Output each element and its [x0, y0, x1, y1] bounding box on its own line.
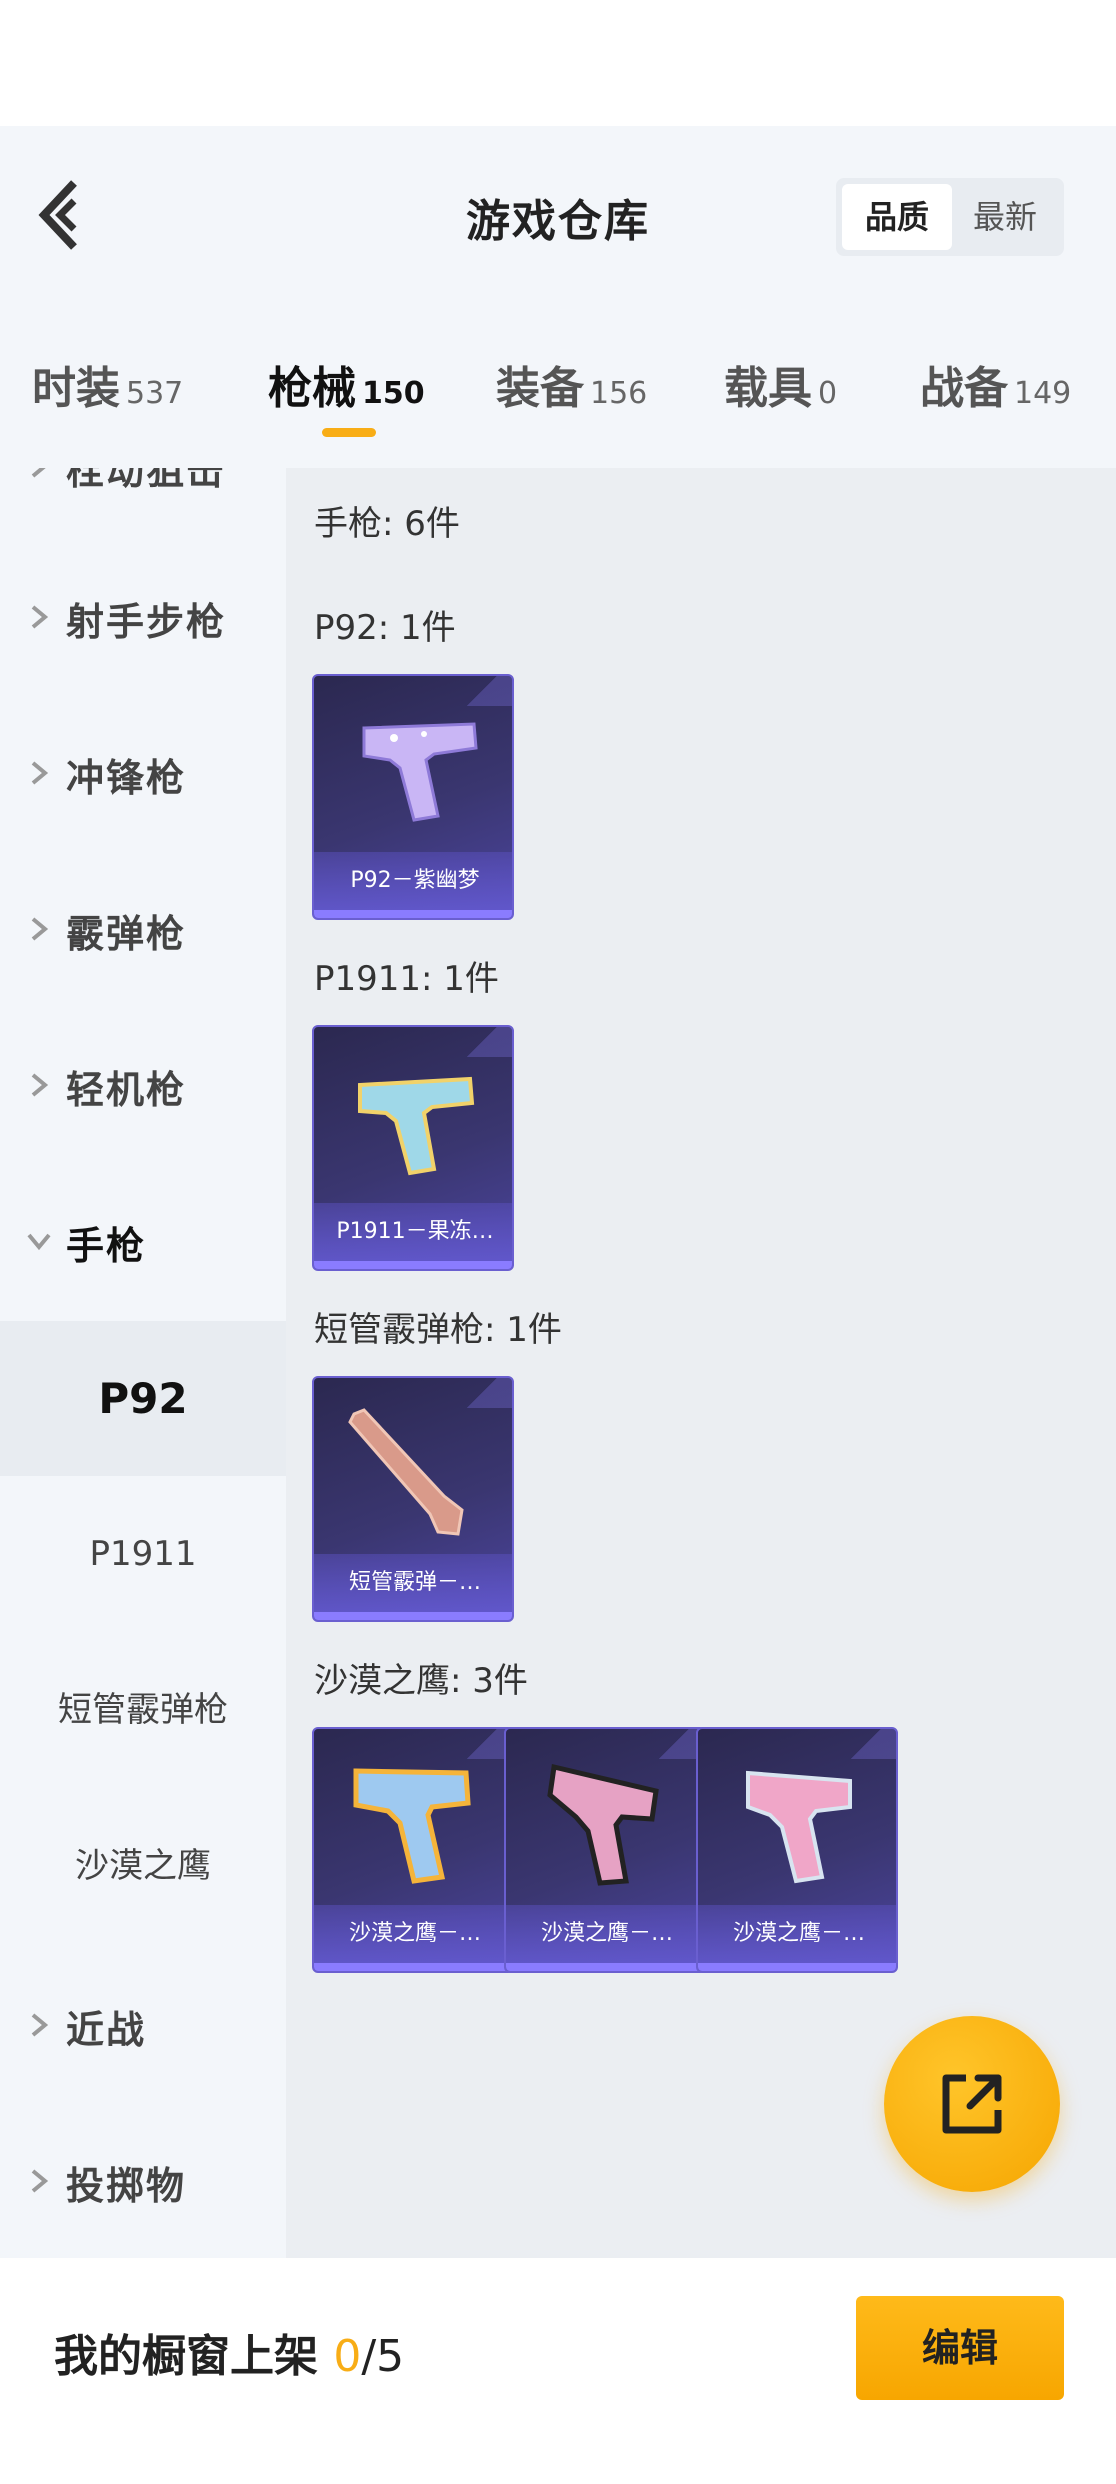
sidebar-item-label: 冲锋枪 — [66, 756, 187, 800]
rarity-bar — [314, 1612, 512, 1620]
showcase-status: 我的橱窗上架 0/5 — [54, 2320, 404, 2384]
tab-vehicles[interactable]: 载具 0 — [724, 352, 837, 422]
sidebar-item-lmg[interactable]: 轻机枪 — [0, 1025, 286, 1145]
rarity-bar — [314, 1963, 512, 1971]
tab-label: 战备 — [920, 363, 1008, 414]
group-title: P1911: 1件 — [314, 959, 499, 999]
item-list: 手枪: 6件 P92: 1件 P92－紫幽梦 P1911: 1件 P1911－果… — [286, 468, 1116, 2258]
section-title: 手枪: 6件 — [314, 504, 460, 544]
tab-firearms[interactable]: 枪械 150 — [268, 352, 425, 422]
group-title: P92: 1件 — [314, 608, 456, 648]
share-icon — [942, 2074, 1002, 2134]
edit-button[interactable]: 编辑 — [856, 2296, 1064, 2400]
sidebar-subitem-p92[interactable]: P92 — [0, 1321, 286, 1476]
item-card[interactable]: 沙漠之鹰－… — [312, 1727, 514, 1973]
tab-count: 149 — [1014, 376, 1072, 411]
sidebar-item-throwables[interactable]: 投掷物 — [0, 2121, 286, 2241]
sidebar: 栓动狙击 射手步枪 冲锋枪 霰弹枪 轻机枪 手枪 P92 P1911 短管霰弹枪… — [0, 468, 286, 2258]
tab-label: 载具 — [724, 363, 812, 414]
category-tabs: 时装 537 枪械 150 装备 156 载具 0 战备 149 — [0, 308, 1116, 468]
tab-equipment[interactable]: 装备 156 — [496, 352, 647, 422]
item-card[interactable]: P92－紫幽梦 — [312, 674, 514, 920]
chevron-right-icon — [31, 2013, 49, 2037]
item-card[interactable]: P1911－果冻… — [312, 1025, 514, 1271]
showcase-label: 我的橱窗上架 — [54, 2331, 318, 2382]
group-title: 沙漠之鹰: 3件 — [314, 1661, 528, 1701]
rarity-bar — [314, 1261, 512, 1269]
item-card[interactable]: 沙漠之鹰－… — [504, 1727, 706, 1973]
tab-fashion[interactable]: 时装 537 — [32, 352, 183, 422]
sidebar-item-smg[interactable]: 冲锋枪 — [0, 713, 286, 833]
bottom-bar: 我的橱窗上架 0/5 编辑 — [0, 2258, 1116, 2484]
showcase-max-count: /5 — [361, 2331, 405, 2382]
item-name: P92－紫幽梦 — [314, 852, 512, 910]
sidebar-item-label: 轻机枪 — [66, 1068, 187, 1112]
chevron-down-icon — [27, 1233, 51, 1251]
sidebar-item-marksman-rifle[interactable]: 射手步枪 — [0, 557, 286, 677]
pistol-icon — [353, 1768, 471, 1884]
tab-count: 156 — [590, 376, 648, 411]
item-name: 短管霰弹－… — [314, 1554, 512, 1612]
rarity-bar — [506, 1963, 704, 1971]
sidebar-subitem-desert-eagle[interactable]: 沙漠之鹰 — [0, 1789, 286, 1944]
item-name: 沙漠之鹰－… — [314, 1905, 512, 1963]
pistol-icon — [547, 1763, 659, 1886]
item-name: 沙漠之鹰－… — [698, 1905, 896, 1963]
sort-quality-button[interactable]: 品质 — [842, 184, 952, 250]
chevron-right-icon — [31, 468, 46, 478]
chevron-right-icon — [31, 1073, 49, 1097]
rarity-bar — [314, 910, 512, 918]
sidebar-item-label: 霰弹枪 — [66, 912, 187, 956]
chevron-right-icon — [31, 2169, 49, 2193]
rarity-bar — [698, 1963, 896, 1971]
sidebar-item-label: 近战 — [66, 2008, 147, 2052]
sort-newest-button[interactable]: 最新 — [950, 184, 1060, 250]
chevron-right-icon — [31, 917, 49, 941]
chevron-right-icon — [31, 761, 49, 785]
sort-toggle: 品质 最新 — [836, 178, 1064, 256]
status-bar — [0, 0, 1116, 126]
tab-count: 0 — [818, 376, 838, 411]
showcase-current-count: 0 — [333, 2331, 362, 2382]
tab-gear[interactable]: 战备 149 — [920, 352, 1071, 422]
shotgun-icon — [348, 1408, 464, 1536]
share-button[interactable] — [884, 2016, 1060, 2192]
group-title: 短管霰弹枪: 1件 — [314, 1310, 562, 1350]
item-card[interactable]: 短管霰弹－… — [312, 1376, 514, 1622]
tab-count: 537 — [126, 376, 184, 411]
item-card[interactable]: 沙漠之鹰－… — [696, 1727, 898, 1973]
pistol-icon — [362, 722, 478, 822]
sidebar-item-melee[interactable]: 近战 — [0, 1965, 286, 2085]
sidebar-item-label: 栓动狙击 — [66, 468, 227, 493]
sidebar-item-pistol[interactable]: 手枪 — [0, 1181, 286, 1301]
tab-label: 装备 — [496, 363, 584, 414]
sidebar-item-label: 手枪 — [66, 1224, 147, 1268]
sidebar-subitem-p1911[interactable]: P1911 — [0, 1477, 286, 1632]
tab-label: 时装 — [32, 363, 120, 414]
sidebar-subitem-sawed-off[interactable]: 短管霰弹枪 — [0, 1633, 286, 1788]
chevron-right-icon — [31, 605, 49, 629]
sidebar-item-bolt-sniper[interactable]: 栓动狙击 — [0, 468, 286, 526]
sidebar-item-shotgun[interactable]: 霰弹枪 — [0, 869, 286, 989]
pistol-icon — [358, 1076, 475, 1176]
tab-count: 150 — [362, 376, 425, 411]
item-name: P1911－果冻… — [314, 1203, 512, 1261]
active-tab-indicator — [322, 428, 376, 437]
tab-label: 枪械 — [268, 363, 356, 414]
item-name: 沙漠之鹰－… — [506, 1905, 704, 1963]
pistol-icon — [746, 1770, 852, 1884]
sidebar-item-label: 射手步枪 — [66, 600, 227, 644]
sidebar-item-label: 投掷物 — [66, 2164, 187, 2208]
